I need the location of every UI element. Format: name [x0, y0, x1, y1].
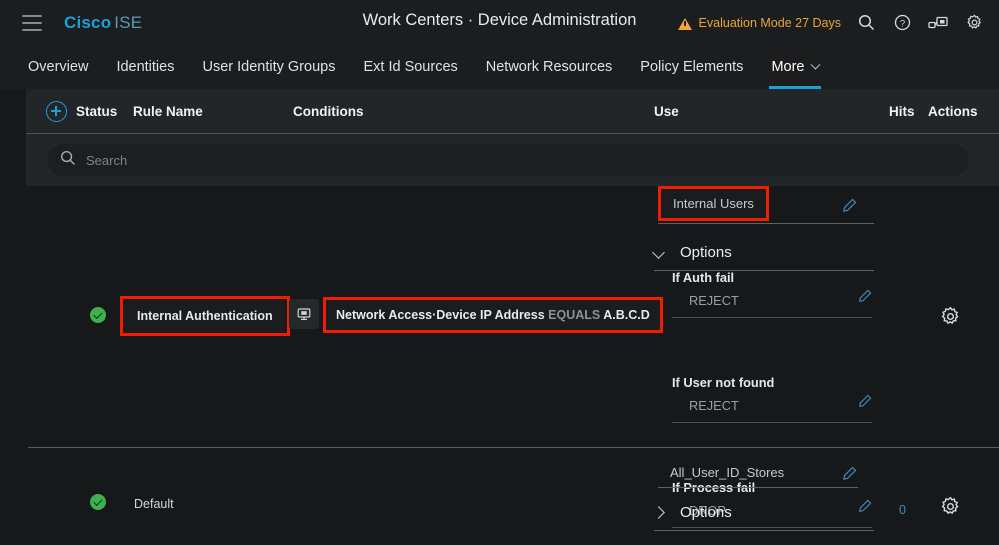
nav-label: User Identity Groups: [202, 59, 336, 75]
rule-name-cell[interactable]: Default: [134, 497, 174, 511]
nav-label: Network Resources: [485, 59, 613, 75]
brand-secondary: ISE: [114, 12, 143, 32]
nav-item-overview[interactable]: Overview: [14, 45, 102, 89]
hits-count: 0: [899, 503, 906, 517]
rule-name-label: Default: [134, 497, 174, 511]
search-input[interactable]: [86, 152, 926, 168]
use-identity-source-label: Internal Users: [673, 196, 754, 211]
edit-pencil-icon[interactable]: [858, 394, 872, 413]
condition-value: A.B.C.D: [603, 308, 650, 322]
column-header-rule-name: Rule Name: [133, 104, 203, 119]
nav-label: Identities: [116, 59, 175, 75]
options-toggle[interactable]: Options: [652, 504, 874, 531]
use-identity-source[interactable]: All_User_ID_Stores: [658, 458, 858, 488]
edit-pencil-icon[interactable]: [842, 198, 857, 218]
nav-label: More: [771, 59, 805, 75]
table-row: Internal Authentication Network Access·D…: [0, 186, 999, 528]
evaluation-mode-label: Evaluation Mode 27 Days: [698, 15, 841, 30]
status-badge: [90, 494, 106, 510]
option-value: REJECT: [672, 398, 872, 423]
status-badge: [90, 307, 106, 323]
nav-label: Overview: [28, 59, 89, 75]
nav-label: Policy Elements: [640, 59, 744, 75]
nav-item-user-identity-groups[interactable]: User Identity Groups: [188, 45, 349, 89]
condition-attribute: Network Access·Device IP Address: [336, 308, 545, 322]
help-icon[interactable]: ?: [891, 12, 913, 34]
nav-item-identities[interactable]: Identities: [102, 45, 188, 89]
option-value: REJECT: [672, 293, 872, 318]
use-identity-source-label: All_User_ID_Stores: [670, 465, 785, 480]
condition-cell[interactable]: Network Access·Device IP Address EQUALS …: [323, 297, 663, 333]
table-header: Status Rule Name Conditions Use Hits Act…: [26, 89, 999, 134]
hamburger-icon[interactable]: [22, 14, 42, 31]
primary-nav: Overview Identities User Identity Groups…: [0, 45, 999, 89]
option-if-auth-fail: If Auth fail REJECT: [672, 270, 872, 318]
brand-primary: Cisco: [64, 12, 112, 32]
use-identity-source[interactable]: Internal Users: [658, 186, 769, 221]
option-key: If Auth fail: [672, 270, 735, 285]
chevron-right-icon: [652, 506, 665, 519]
option-if-user-not-found: If User not found REJECT: [672, 375, 872, 423]
dashboard-icon[interactable]: [927, 12, 949, 34]
rule-name-label: Internal Authentication: [137, 309, 273, 323]
options-label: Options: [680, 244, 732, 261]
evaluation-mode-badge[interactable]: Evaluation Mode 27 Days: [677, 15, 841, 30]
search-box[interactable]: [47, 144, 969, 176]
policy-table-panel: Status Rule Name Conditions Use Hits Act…: [26, 89, 999, 186]
search-icon[interactable]: [855, 12, 877, 34]
policy-rows: Internal Authentication Network Access·D…: [0, 186, 999, 545]
column-header-conditions: Conditions: [293, 104, 364, 119]
search-icon: [60, 150, 76, 171]
edit-pencil-icon[interactable]: [858, 289, 872, 308]
row-actions-gear-icon[interactable]: [940, 496, 961, 522]
gear-icon[interactable]: [963, 12, 985, 34]
nav-label: Ext Id Sources: [363, 59, 458, 75]
search-row: [26, 134, 999, 186]
options-label: Options: [680, 504, 732, 521]
table-row: Default All_User_ID_Stores Options 0: [0, 448, 999, 545]
nav-item-ext-id-sources[interactable]: Ext Id Sources: [349, 45, 471, 89]
nav-item-more[interactable]: More: [757, 45, 833, 89]
column-header-hits: Hits: [889, 104, 915, 119]
nav-item-policy-elements[interactable]: Policy Elements: [626, 45, 757, 89]
chevron-down-icon: [652, 246, 665, 259]
column-header-use: Use: [654, 104, 679, 119]
nav-item-network-resources[interactable]: Network Resources: [472, 45, 627, 89]
rule-name-cell[interactable]: Internal Authentication: [120, 296, 290, 336]
option-key: If User not found: [672, 375, 775, 390]
plus-circle-icon[interactable]: [46, 101, 67, 122]
top-bar: Cisco ISE Work Centers · Device Administr…: [0, 0, 999, 45]
cisco-ise-app: Cisco ISE Work Centers · Device Administr…: [0, 0, 999, 545]
edit-pencil-icon[interactable]: [842, 466, 857, 486]
monitor-icon: [289, 299, 319, 329]
column-header-status: Status: [76, 104, 118, 119]
top-bar-right: Evaluation Mode 27 Days ?: [677, 0, 985, 45]
svg-text:?: ?: [899, 18, 904, 29]
row-actions-gear-icon[interactable]: [940, 306, 961, 332]
warning-triangle-icon: [677, 17, 692, 30]
condition-operator: EQUALS: [548, 308, 601, 322]
options-toggle[interactable]: Options: [652, 244, 874, 271]
chevron-down-icon: [811, 59, 821, 70]
column-header-actions: Actions: [928, 104, 978, 119]
use-field-underline: [658, 223, 874, 224]
brand-logo[interactable]: Cisco ISE: [64, 13, 142, 33]
